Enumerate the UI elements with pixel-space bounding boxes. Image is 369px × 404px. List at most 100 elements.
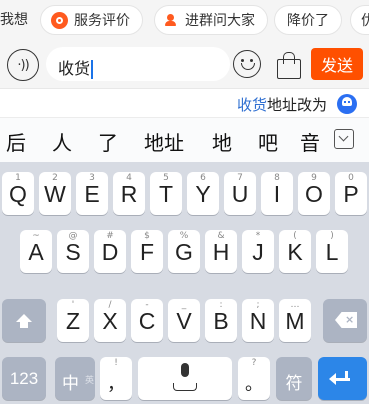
send-button[interactable]: 发送 [311, 48, 363, 80]
key-label: ， [107, 374, 125, 394]
key-q[interactable]: 1Q [2, 172, 34, 215]
suggestion-text[interactable]: 收货地址改为 [237, 94, 327, 115]
key-t[interactable]: 5T [150, 172, 182, 215]
key-hint: ? [251, 358, 257, 368]
chip-label: 优 [361, 13, 369, 29]
chip-label: 降价了 [287, 13, 329, 29]
quick-reply-chip-join-group[interactable]: 进群问大家 [154, 5, 268, 35]
key-label: P [343, 181, 359, 207]
quick-reply-chip-partial[interactable]: 我想 [0, 9, 28, 29]
comma-key[interactable]: !， [100, 357, 132, 400]
key-c[interactable]: -C [131, 299, 163, 342]
key-label: V [176, 308, 192, 334]
key-b[interactable]: :B [205, 299, 237, 342]
microphone-icon [181, 363, 189, 377]
key-j[interactable]: * J [242, 230, 274, 273]
suggestion-highlight: 收货 [236, 96, 267, 114]
key-label: Z [65, 308, 81, 334]
key-s[interactable]: @ S [57, 230, 89, 273]
key-x[interactable]: / X [94, 299, 126, 342]
key-label: E [84, 181, 100, 207]
enter-key[interactable] [318, 357, 367, 400]
assistant-bot-icon[interactable] [337, 94, 357, 114]
candidate-item[interactable]: 地 [212, 127, 232, 156]
key-label: H [212, 239, 230, 265]
key-label: O [305, 181, 323, 207]
key-label: D [101, 239, 119, 265]
key-label: A [28, 239, 44, 265]
backspace-icon: × [335, 312, 357, 328]
period-key[interactable]: ?。 [238, 357, 270, 400]
quick-reply-bar: 我想 服务评价 进群问大家 降价了 优 [0, 0, 369, 42]
shopping-bag-icon[interactable] [275, 51, 301, 79]
key-label: S [65, 239, 81, 265]
shift-key[interactable] [2, 299, 46, 342]
key-i[interactable]: 8I [261, 172, 293, 215]
candidate-item[interactable]: 地址 [144, 127, 184, 156]
chip-label: 服务评价 [74, 13, 130, 29]
key-label: 符 [285, 374, 303, 393]
key-v[interactable]: _ V [168, 299, 200, 342]
key-o[interactable]: 9O [298, 172, 330, 215]
key-z[interactable]: ' Z [57, 299, 89, 342]
person-icon [165, 13, 179, 27]
key-h[interactable]: & H [205, 230, 237, 273]
key-label: 。 [245, 374, 263, 394]
key-label: I [273, 181, 281, 207]
numbers-key[interactable]: 123 [2, 357, 46, 400]
key-y[interactable]: 6Y [187, 172, 219, 215]
pinyin-keyboard: 1Q 2W 3E 4R 5T 6Y 7U 8I 9O 0P ~ A @ S # D $… [0, 162, 369, 404]
quick-reply-chip-price-drop[interactable]: 降价了 [274, 5, 342, 35]
emoji-icon[interactable] [233, 50, 261, 78]
key-m[interactable]: … M [279, 299, 311, 342]
candidate-item[interactable]: 音 [300, 127, 320, 156]
key-g[interactable]: % G [168, 230, 200, 273]
smile-circle-icon [51, 11, 68, 29]
language-switch-key[interactable]: 中英 [55, 357, 95, 400]
smart-suggestion-bar[interactable]: 收货地址改为 [0, 88, 369, 117]
message-input-text: 收货 [58, 55, 94, 79]
key-label: G [175, 239, 193, 265]
space-bar-icon [173, 383, 197, 391]
key-label: N [249, 308, 267, 334]
key-u[interactable]: 7U [224, 172, 256, 215]
key-a[interactable]: ~ A [20, 230, 52, 273]
message-input[interactable]: 收货 [46, 47, 230, 81]
key-label: F [139, 239, 155, 265]
quick-reply-chip-service-review[interactable]: 服务评价 [40, 5, 143, 35]
key-d[interactable]: # D [94, 230, 126, 273]
return-arrow-icon [329, 373, 336, 385]
candidate-item[interactable]: 后 [6, 127, 26, 156]
key-label: J [252, 239, 264, 265]
key-label: R [120, 181, 138, 207]
key-w[interactable]: 2W [39, 172, 71, 215]
symbols-key[interactable]: 符 [276, 357, 312, 400]
voice-input-icon[interactable]: ·)) [7, 49, 39, 81]
key-sublabel: 英 [85, 376, 95, 386]
chip-label: 进群问大家 [185, 13, 255, 29]
key-label: K [287, 239, 303, 265]
key-label: T [158, 181, 174, 207]
space-key[interactable] [138, 357, 232, 400]
candidate-item[interactable]: 吧 [258, 127, 278, 156]
chevron-down-icon[interactable] [334, 129, 354, 149]
key-l[interactable]: ) L [316, 230, 348, 273]
key-e[interactable]: 3E [76, 172, 108, 215]
key-p[interactable]: 0P [335, 172, 367, 215]
key-label: X [102, 308, 118, 334]
suggestion-rest: 地址改为 [266, 96, 327, 114]
key-label: 123 [9, 369, 39, 388]
key-f[interactable]: $ F [131, 230, 163, 273]
key-label: Y [195, 181, 211, 207]
delete-key[interactable]: × [323, 299, 367, 342]
key-k[interactable]: (K [279, 230, 311, 273]
key-r[interactable]: 4R [113, 172, 145, 215]
candidate-item[interactable]: 了 [98, 127, 118, 156]
candidate-item[interactable]: 人 [52, 127, 72, 156]
quick-reply-chip-partial-right[interactable]: 优 [350, 5, 369, 35]
key-n[interactable]: ; N [242, 299, 274, 342]
shift-arrow-icon [16, 314, 32, 328]
key-label: L [325, 239, 339, 265]
key-label: W [44, 181, 66, 207]
key-hint: ! [114, 358, 118, 368]
